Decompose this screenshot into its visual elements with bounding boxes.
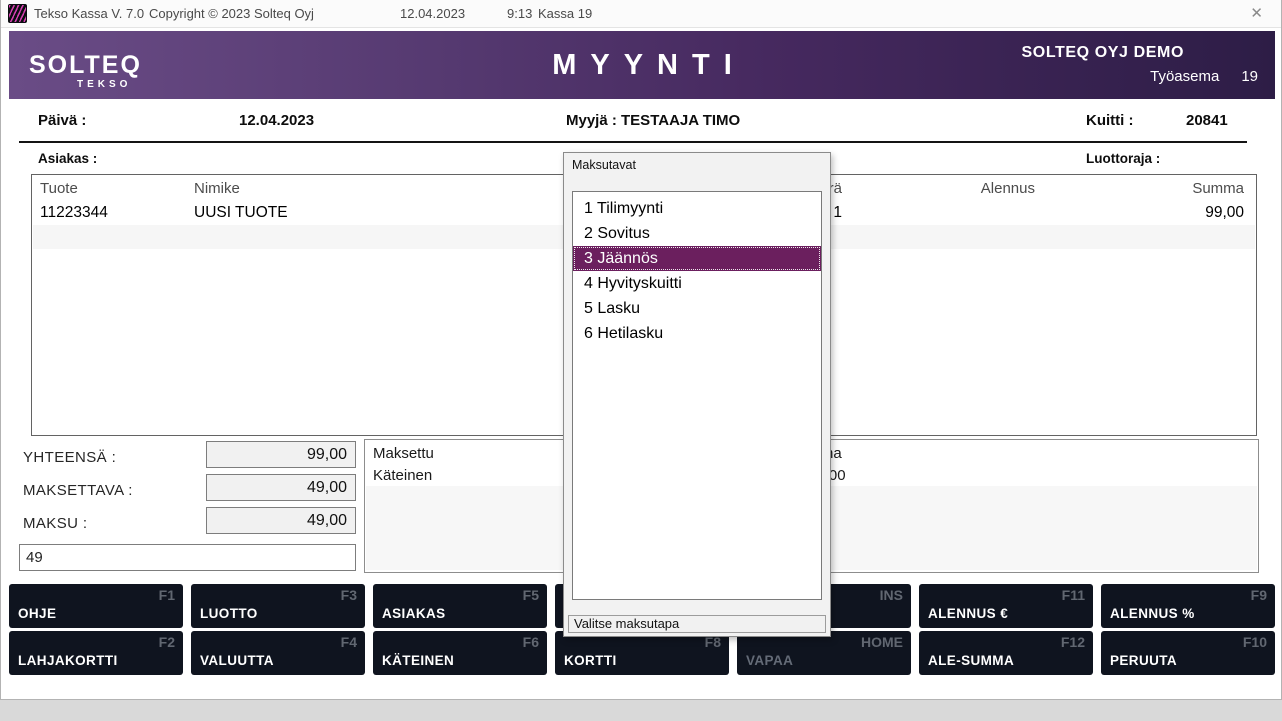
seller-info: Myyjä : TESTAAJA TIMO: [566, 112, 740, 129]
cash-button[interactable]: KÄTEINEN F6: [373, 631, 547, 675]
titlebar-date: 12.04.2023: [400, 6, 465, 21]
cancel-button[interactable]: PERUUTA F10: [1101, 631, 1275, 675]
payment-method-item[interactable]: 3 Jäännös: [573, 246, 821, 271]
app-header-banner: SOLTEQ TEKSO MYYNTI SOLTEQ OYJ DEMO Työa…: [9, 31, 1275, 99]
date-value: 12.04.2023: [239, 112, 314, 129]
credit-limit-label: Luottoraja :: [1086, 151, 1160, 166]
sale-row-product[interactable]: 11223344: [40, 204, 108, 222]
fkey-hint: F1: [159, 587, 175, 603]
fkey-hint: F2: [159, 634, 175, 650]
payable-label: MAKSETTAVA :: [23, 482, 133, 499]
card-button[interactable]: KORTTI F8: [555, 631, 729, 675]
discount-pct-button[interactable]: ALENNUS % F9: [1101, 584, 1275, 628]
titlebar-register: Kassa 19: [538, 6, 592, 21]
divider-line: [19, 141, 1247, 143]
receipt-label: Kuitti :: [1086, 112, 1133, 129]
date-label: Päivä :: [38, 112, 86, 129]
payment-method-item[interactable]: 6 Hetilasku: [573, 321, 821, 346]
help-button[interactable]: OHJE F1: [9, 584, 183, 628]
currency-button[interactable]: VALUUTTA F4: [191, 631, 365, 675]
receipt-number: 20841: [1186, 112, 1228, 129]
payment-label: MAKSU :: [23, 515, 87, 532]
fkey-hint: F6: [523, 634, 539, 650]
company-name: SOLTEQ OYJ DEMO: [1022, 44, 1185, 62]
payment-method-item[interactable]: 1 Tilimyynti: [573, 196, 821, 221]
payable-value-box: 49,00: [206, 474, 356, 501]
customer-label: Asiakas :: [38, 151, 97, 166]
workstation-info: Työasema 19: [1150, 68, 1258, 85]
dialog-status-bar: Valitse maksutapa: [568, 615, 826, 633]
fkey-hint: F5: [523, 587, 539, 603]
total-value-box: 99,00: [206, 441, 356, 468]
payment-method-item[interactable]: 5 Lasku: [573, 296, 821, 321]
discount-total-button[interactable]: ALE-SUMMA F12: [919, 631, 1093, 675]
app-window: Tekso Kassa V. 7.0 Copyright © 2023 Solt…: [0, 0, 1282, 700]
function-key-row-2: LAHJAKORTTI F2 VALUUTTA F4 KÄTEINEN F6 K…: [9, 631, 1275, 675]
fkey-hint: F9: [1251, 587, 1267, 603]
credit-button[interactable]: LUOTTO F3: [191, 584, 365, 628]
titlebar: Tekso Kassa V. 7.0 Copyright © 2023 Solt…: [1, 0, 1281, 28]
close-icon[interactable]: ✕: [1250, 4, 1263, 22]
dialog-title: Maksutavat: [572, 158, 636, 172]
column-header-name: Nimike: [194, 180, 240, 197]
fkey-hint: HOME: [861, 634, 903, 650]
payment-value-box: 49,00: [206, 507, 356, 534]
discount-eur-button[interactable]: ALENNUS € F11: [919, 584, 1093, 628]
free-button: VAPAA HOME: [737, 631, 911, 675]
fkey-hint: F11: [1062, 587, 1085, 603]
payment-method-item[interactable]: 2 Sovitus: [573, 221, 821, 246]
fkey-hint: F3: [341, 587, 357, 603]
fkey-hint: F12: [1061, 634, 1085, 650]
paid-header: Maksettu: [373, 445, 434, 462]
titlebar-time: 9:13: [507, 6, 532, 21]
gift-card-button[interactable]: LAHJAKORTTI F2: [9, 631, 183, 675]
sale-row-name[interactable]: UUSI TUOTE: [194, 204, 288, 222]
amount-entry-input[interactable]: [19, 544, 356, 571]
sale-row-sum[interactable]: 99,00: [1124, 204, 1244, 222]
total-label: YHTEENSÄ :: [23, 449, 116, 466]
copyright-text: Copyright © 2023 Solteq Oyj: [149, 6, 314, 21]
column-header-discount: Alennus: [935, 180, 1035, 197]
window-title: Tekso Kassa V. 7.0: [34, 6, 144, 21]
fkey-hint: F10: [1243, 634, 1267, 650]
fkey-hint: INS: [880, 587, 903, 603]
column-header-sum: Summa: [1124, 180, 1244, 197]
customer-button[interactable]: ASIAKAS F5: [373, 584, 547, 628]
solteq-app-icon: [8, 4, 27, 23]
workstation-number: 19: [1241, 68, 1258, 85]
workstation-label: Työasema: [1150, 68, 1219, 85]
paid-row-method: Käteinen: [373, 467, 432, 484]
payment-methods-dialog: Maksutavat 1 Tilimyynti 2 Sovitus 3 Jään…: [563, 152, 831, 637]
payment-method-item[interactable]: 4 Hyvityskuitti: [573, 271, 821, 296]
column-header-product: Tuote: [40, 180, 78, 197]
fkey-hint: F4: [341, 634, 357, 650]
payment-methods-list: 1 Tilimyynti 2 Sovitus 3 Jäännös 4 Hyvit…: [572, 191, 822, 600]
